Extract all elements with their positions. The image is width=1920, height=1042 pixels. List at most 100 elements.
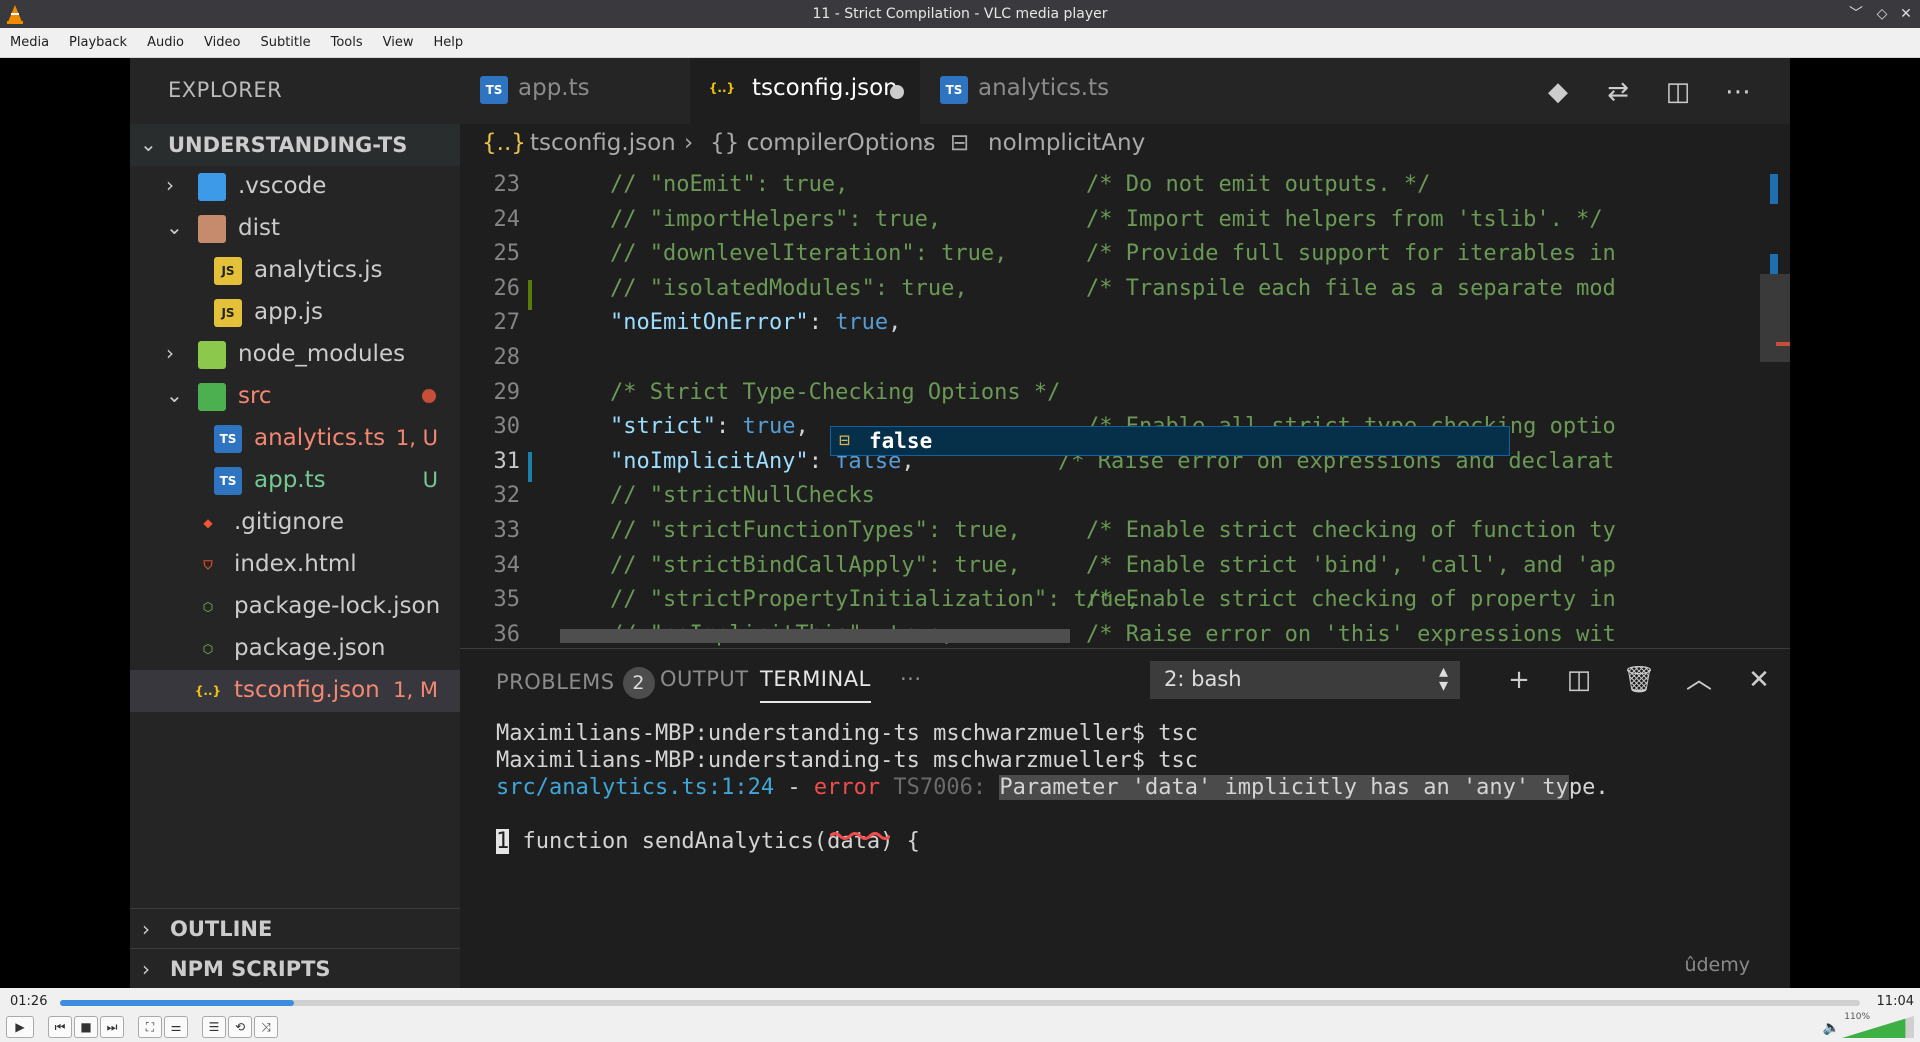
- maximize-icon[interactable]: ◇: [1872, 4, 1892, 24]
- tab-problems-label: PROBLEMS: [496, 670, 615, 694]
- minimize-icon[interactable]: ﹀: [1846, 4, 1866, 24]
- shuffle-icon[interactable]: ⤨: [254, 1016, 278, 1038]
- tree-item-app-js: JS app.js: [130, 292, 460, 334]
- video-area[interactable]: EXPLORER ⌄ UNDERSTANDING-TS › .vscode ⌄ …: [0, 58, 1920, 988]
- source-line-number: 1: [496, 829, 510, 854]
- chevron-right-icon: ›: [142, 957, 150, 981]
- split-terminal-icon: ◫: [1566, 665, 1592, 695]
- line-number: 25: [493, 241, 521, 267]
- code-comment: /* Enable strict checking of function ty: [1086, 518, 1616, 543]
- folder-node-icon: [198, 341, 226, 369]
- previous-icon[interactable]: ⏮: [48, 1016, 72, 1038]
- project-name: UNDERSTANDING-TS: [168, 133, 408, 157]
- code-line: /* Strict Type-Checking Options */: [610, 379, 1061, 405]
- git-icon: ◆: [203, 516, 213, 530]
- tree-item-vscode: › .vscode: [130, 166, 460, 208]
- minimap: [1760, 174, 1790, 362]
- code-comment: /* Do not emit outputs. */: [1086, 172, 1431, 197]
- json-key: "noImplicitAny": [610, 448, 809, 474]
- tree-item-src: ⌄ src: [130, 376, 460, 418]
- loop-icon[interactable]: ⟲: [228, 1016, 252, 1038]
- breadcrumb-object: {} compilerOptions: [710, 130, 936, 156]
- code-line: // "strictFunctionTypes": true,: [610, 518, 1021, 543]
- menu-tools[interactable]: Tools: [321, 28, 373, 58]
- outline-label: OUTLINE: [170, 917, 273, 941]
- trash-icon: 🗑: [1622, 665, 1656, 695]
- json-colon: :: [808, 310, 836, 336]
- close-icon[interactable]: ✕: [1896, 4, 1916, 24]
- time-elapsed: 01:26: [10, 994, 48, 1009]
- menu-playback[interactable]: Playback: [59, 28, 137, 58]
- line-number: 35: [493, 587, 521, 613]
- menu-view[interactable]: View: [373, 28, 424, 58]
- property-icon: ⊟: [950, 130, 970, 156]
- new-terminal-icon: +: [1508, 665, 1530, 695]
- chevron-down-icon: ⌄: [140, 132, 157, 156]
- tree-item-label: node_modules: [238, 341, 406, 367]
- menu-media[interactable]: Media: [0, 28, 59, 58]
- code-line: // "importHelpers": true,: [610, 206, 942, 232]
- close-panel-icon: ✕: [1748, 665, 1770, 695]
- editor-tabs: TS app.ts {..} tsconfig.json TS analytic…: [460, 58, 1790, 124]
- code-line: // "noEmit": true,: [610, 172, 849, 197]
- code-line: "strict": true,: [610, 414, 809, 439]
- explorer-sidebar: EXPLORER ⌄ UNDERSTANDING-TS › .vscode ⌄ …: [130, 58, 460, 988]
- problems-count-badge: 2: [622, 667, 655, 699]
- code-line: // "isolatedModules": true,: [610, 275, 968, 301]
- code-line: // "downlevelIteration": true,: [610, 241, 1008, 267]
- line-number: 27: [493, 310, 521, 336]
- window-title: 11 - Strict Compilation - VLC media play…: [812, 6, 1108, 22]
- code-line: "noEmitOnError": true,: [610, 310, 901, 335]
- volume-slider[interactable]: [1842, 1016, 1914, 1038]
- tab-output: OUTPUT: [660, 667, 749, 691]
- line-number: 24: [493, 206, 521, 232]
- extended-settings-icon[interactable]: ⚌: [164, 1016, 188, 1038]
- more-views-icon: ···: [900, 667, 922, 691]
- json-comma: ,: [795, 414, 809, 440]
- tree-item-package-lock: ⬡ package-lock.json: [130, 586, 460, 628]
- line-number: 29: [493, 379, 521, 405]
- fullscreen-icon[interactable]: ⛶: [138, 1016, 162, 1038]
- volume-fill: [1842, 1018, 1906, 1038]
- shell-select: 2: bash ▴ ▾: [1150, 661, 1460, 699]
- tree-item-label: app.ts: [254, 467, 326, 493]
- unsaved-dot-icon: [890, 85, 904, 99]
- seek-bar[interactable]: [60, 1000, 1860, 1006]
- json-icon: {..}: [482, 130, 526, 156]
- more-actions-icon: ⋯: [1725, 77, 1751, 107]
- stop-icon[interactable]: ■: [74, 1016, 98, 1038]
- tree-item-gitignore: ◆ .gitignore: [130, 502, 460, 544]
- tree-item-label: src: [238, 383, 272, 409]
- chevron-right-icon: ›: [922, 130, 932, 156]
- tree-item-package-json: ⬡ package.json: [130, 628, 460, 670]
- menu-help[interactable]: Help: [424, 28, 474, 58]
- chevron-right-icon: ›: [684, 130, 694, 156]
- speaker-icon[interactable]: 🔈: [1823, 1020, 1840, 1036]
- playlist-icon[interactable]: ☰: [202, 1016, 226, 1038]
- select-arrows-icon: ▴ ▾: [1438, 661, 1448, 696]
- menu-audio[interactable]: Audio: [137, 28, 194, 58]
- ts-file-icon: TS: [214, 425, 242, 453]
- npm-icon: ⬡: [202, 642, 214, 656]
- next-icon[interactable]: ⏭: [100, 1016, 124, 1038]
- tab-problems: PROBLEMS 2: [496, 667, 655, 699]
- menu-video[interactable]: Video: [194, 28, 250, 58]
- code-comment: /* Transpile each file as a separate mod: [1086, 275, 1616, 301]
- line-number: 26: [493, 275, 521, 301]
- terminal-line: Maximilians-MBP:understanding-ts mschwar…: [496, 748, 1198, 773]
- line-number: 33: [493, 518, 521, 543]
- tree-item-label: package-lock.json: [234, 593, 441, 619]
- ts-file-icon: TS: [480, 76, 508, 104]
- play-icon[interactable]: ▶: [6, 1016, 34, 1038]
- line-number: 34: [493, 552, 521, 578]
- menu-subtitle[interactable]: Subtitle: [250, 28, 320, 58]
- json-colon: :: [715, 414, 743, 440]
- json-icon: {..}: [708, 81, 736, 95]
- explorer-header: EXPLORER: [168, 78, 283, 102]
- code-comment: /* Raise error on 'this' expressions wit: [1086, 621, 1616, 647]
- error-separator: -: [774, 775, 814, 800]
- breadcrumb-property: noImplicitAny: [988, 130, 1146, 156]
- js-file-icon: JS: [214, 299, 242, 327]
- code-line: // "strictBindCallApply": true,: [610, 552, 1021, 578]
- npm-scripts-section: › NPM SCRIPTS: [130, 948, 460, 988]
